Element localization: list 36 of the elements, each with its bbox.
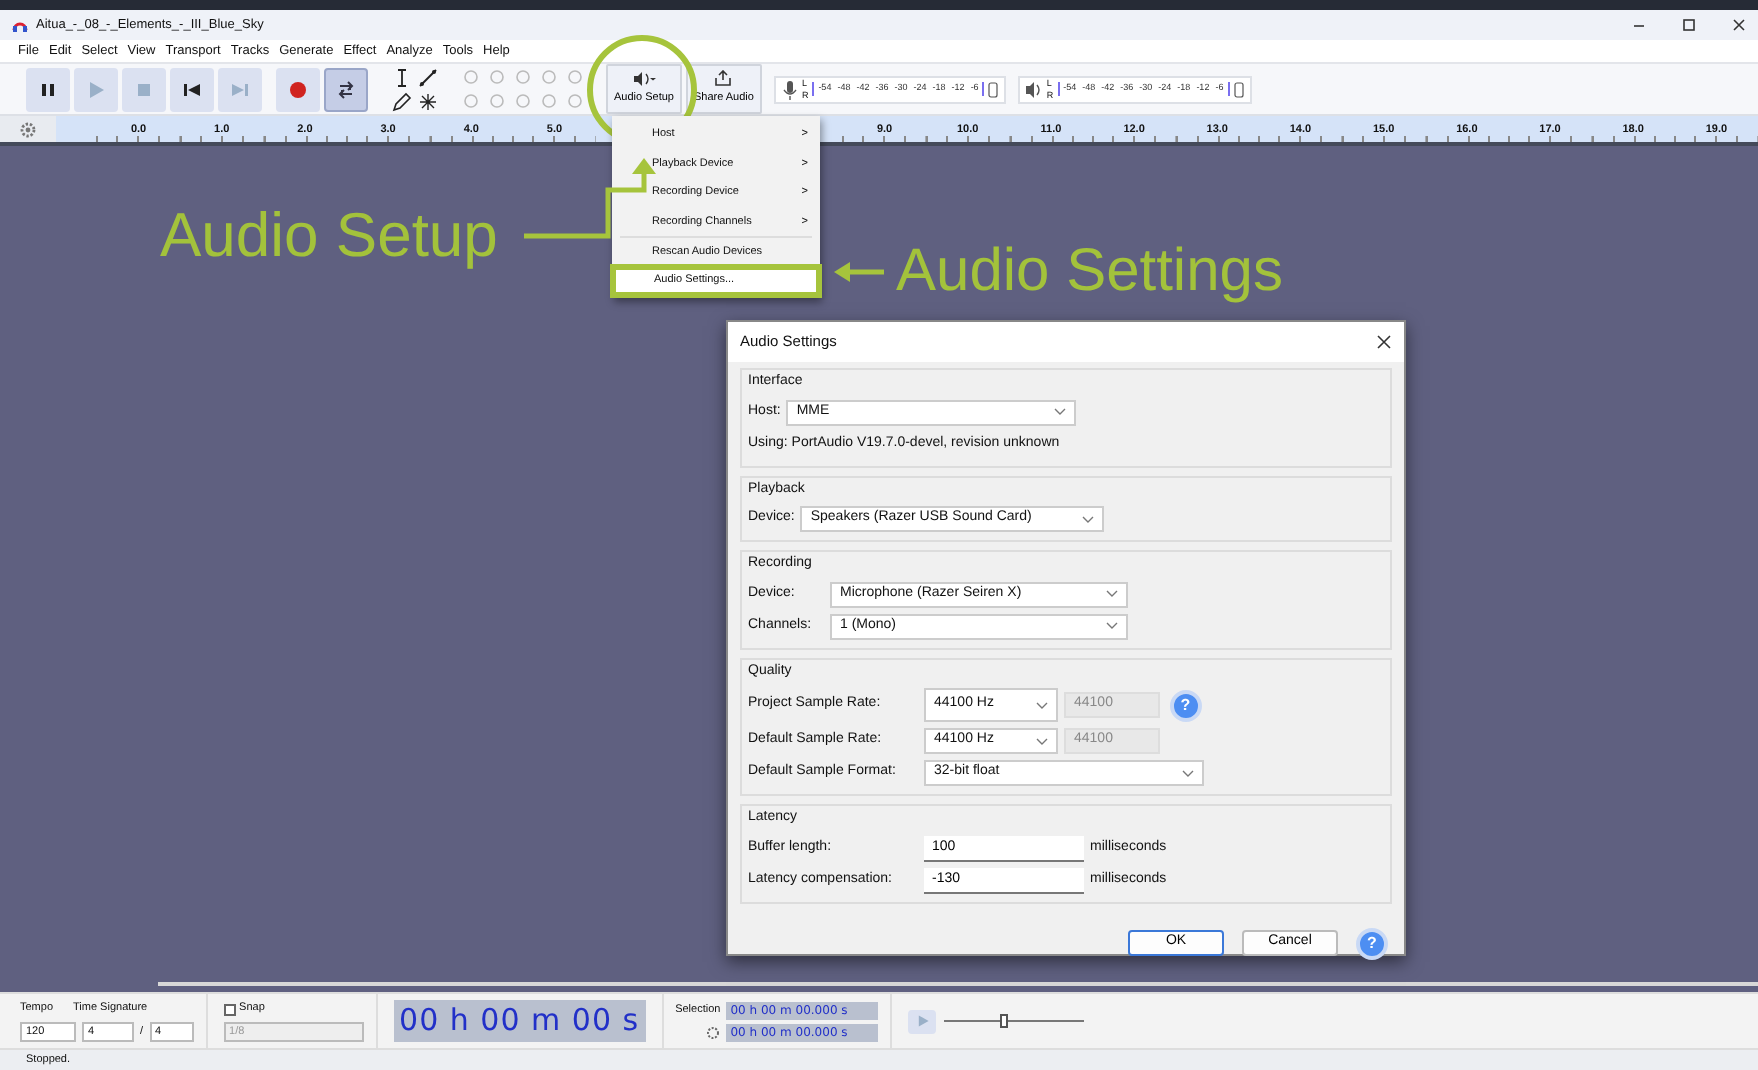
close-icon[interactable] (1732, 18, 1746, 32)
share-icon (714, 70, 733, 87)
scrollbar[interactable] (158, 982, 1758, 986)
chevron-down-icon (1182, 769, 1194, 777)
callout-text: Audio Setup (160, 204, 498, 266)
meter-slider-icon[interactable] (988, 81, 999, 97)
chevron-down-icon (1036, 737, 1048, 745)
record-button[interactable] (276, 67, 320, 111)
arrow (834, 262, 884, 282)
multi-tool-icon[interactable] (418, 91, 438, 111)
speaker-icon[interactable] (1026, 79, 1043, 99)
pencil-icon[interactable] (392, 91, 412, 111)
arrow (524, 158, 656, 239)
chevron-down-icon (1036, 701, 1048, 709)
i-beam-icon[interactable] (392, 67, 412, 87)
pause-button[interactable] (26, 67, 70, 111)
maximize-icon[interactable] (1682, 18, 1696, 32)
speaker-icon (631, 71, 656, 86)
loop-button[interactable] (324, 67, 368, 111)
time-display: 00 h 00 m 00 s (393, 1000, 646, 1042)
settings-icon[interactable] (706, 1025, 721, 1039)
chevron-down-icon (1106, 622, 1118, 630)
close-icon[interactable] (1376, 334, 1392, 350)
skip-to-start-button[interactable] (170, 67, 214, 111)
speed-slider-thumb[interactable] (1000, 1014, 1009, 1028)
microphone-icon[interactable] (781, 79, 798, 99)
play-icon (915, 1014, 930, 1028)
callout-text: Audio Settings (896, 242, 1283, 302)
meter-slider-icon[interactable] (1233, 81, 1244, 97)
chevron-down-icon (1054, 408, 1067, 416)
envelope-tool-icon[interactable] (418, 67, 438, 87)
chevron-down-icon (1106, 590, 1118, 598)
snap-checkbox[interactable] (223, 1003, 236, 1015)
app-logo-icon (12, 18, 28, 32)
chevron-down-icon (1082, 515, 1095, 523)
settings-icon[interactable] (19, 121, 36, 137)
